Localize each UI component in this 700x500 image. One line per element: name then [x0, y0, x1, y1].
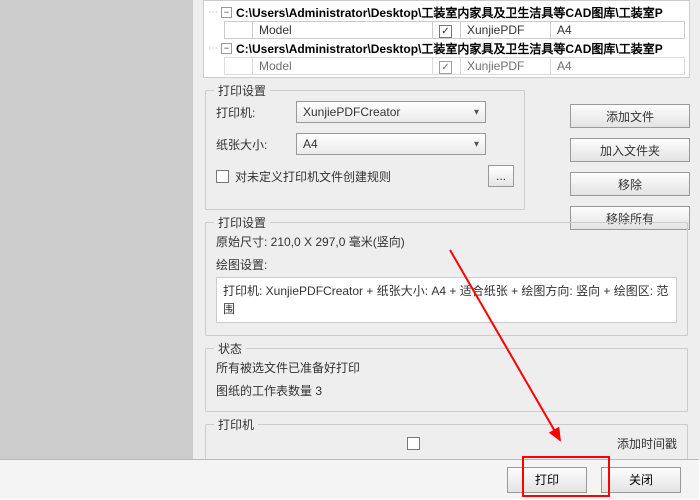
- model-cell[interactable]: Model: [252, 57, 432, 75]
- group-legend: 打印设置: [214, 82, 270, 99]
- paper-cell[interactable]: A4: [550, 21, 685, 39]
- check-cell[interactable]: ✓: [432, 57, 460, 75]
- add-folder-button[interactable]: 加入文件夹: [570, 138, 690, 162]
- main-panel: ⋯ − C:\Users\Administrator\Desktop\工装室内家…: [193, 0, 700, 459]
- close-button[interactable]: 关闭: [601, 467, 681, 493]
- checkbox-icon[interactable]: ✓: [439, 25, 452, 38]
- tree-connector-icon: ⋯: [208, 43, 217, 54]
- file-path[interactable]: C:\Users\Administrator\Desktop\工装室内家具及卫生…: [236, 40, 663, 57]
- sidebar-background: [0, 0, 193, 459]
- bottom-bar: 打印 关闭: [0, 459, 699, 499]
- pdf-cell[interactable]: XunjiePDF: [460, 21, 550, 39]
- print-settings-detail-group: 打印设置 原始尺寸: 210,0 X 297,0 毫米(竖向) 绘图设置: 打印…: [205, 222, 688, 336]
- paper-cell[interactable]: A4: [550, 57, 685, 75]
- table-row[interactable]: Model ✓ XunjiePDF A4: [224, 57, 685, 75]
- paper-size-label: 纸张大小:: [216, 136, 296, 153]
- printer-label: 打印机:: [216, 104, 296, 121]
- model-cell[interactable]: Model: [252, 21, 432, 39]
- tree-node[interactable]: ⋯ − C:\Users\Administrator\Desktop\工装室内家…: [208, 39, 685, 57]
- table-row[interactable]: Model ✓ XunjiePDF A4: [224, 21, 685, 39]
- checkbox-icon[interactable]: ✓: [439, 61, 452, 74]
- group-legend: 打印设置: [214, 214, 270, 231]
- group-legend: 打印机: [214, 416, 258, 433]
- rule-checkbox-label: 对未定义打印机文件创建规则: [235, 168, 391, 185]
- tree-leaf-icon: [224, 57, 252, 75]
- plot-settings-label: 绘图设置:: [216, 256, 677, 273]
- plot-settings-value: 打印机: XunjiePDFCreator + 纸张大小: A4 + 适合纸张 …: [216, 277, 677, 323]
- timestamp-label: 添加时间戳: [617, 435, 677, 452]
- collapse-icon[interactable]: −: [221, 7, 232, 18]
- file-tree: ⋯ − C:\Users\Administrator\Desktop\工装室内家…: [203, 0, 690, 78]
- tree-node[interactable]: ⋯ − C:\Users\Administrator\Desktop\工装室内家…: [208, 3, 685, 21]
- paper-size-select[interactable]: A4: [296, 133, 486, 155]
- sheet-count-text: 图纸的工作表数量 3: [216, 382, 677, 399]
- printer-select[interactable]: XunjiePDFCreator: [296, 101, 486, 123]
- check-cell[interactable]: ✓: [432, 21, 460, 39]
- tree-leaf-icon: [224, 21, 252, 39]
- add-file-button[interactable]: 添加文件: [570, 104, 690, 128]
- tree-connector-icon: ⋯: [208, 7, 217, 18]
- group-legend: 状态: [214, 340, 246, 357]
- pdf-cell[interactable]: XunjiePDF: [460, 57, 550, 75]
- rule-checkbox[interactable]: [216, 170, 229, 183]
- original-size-text: 原始尺寸: 210,0 X 297,0 毫米(竖向): [216, 233, 677, 250]
- print-button[interactable]: 打印: [507, 467, 587, 493]
- remove-button[interactable]: 移除: [570, 172, 690, 196]
- file-path[interactable]: C:\Users\Administrator\Desktop\工装室内家具及卫生…: [236, 4, 663, 21]
- print-settings-group: 打印设置 打印机: XunjiePDFCreator 纸张大小: A4 对未定义…: [205, 90, 525, 210]
- status-group: 状态 所有被选文件已准备好打印 图纸的工作表数量 3: [205, 348, 688, 412]
- more-button[interactable]: ...: [488, 165, 514, 187]
- status-ready-text: 所有被选文件已准备好打印: [216, 359, 677, 376]
- collapse-icon[interactable]: −: [221, 43, 232, 54]
- timestamp-checkbox[interactable]: [407, 437, 420, 450]
